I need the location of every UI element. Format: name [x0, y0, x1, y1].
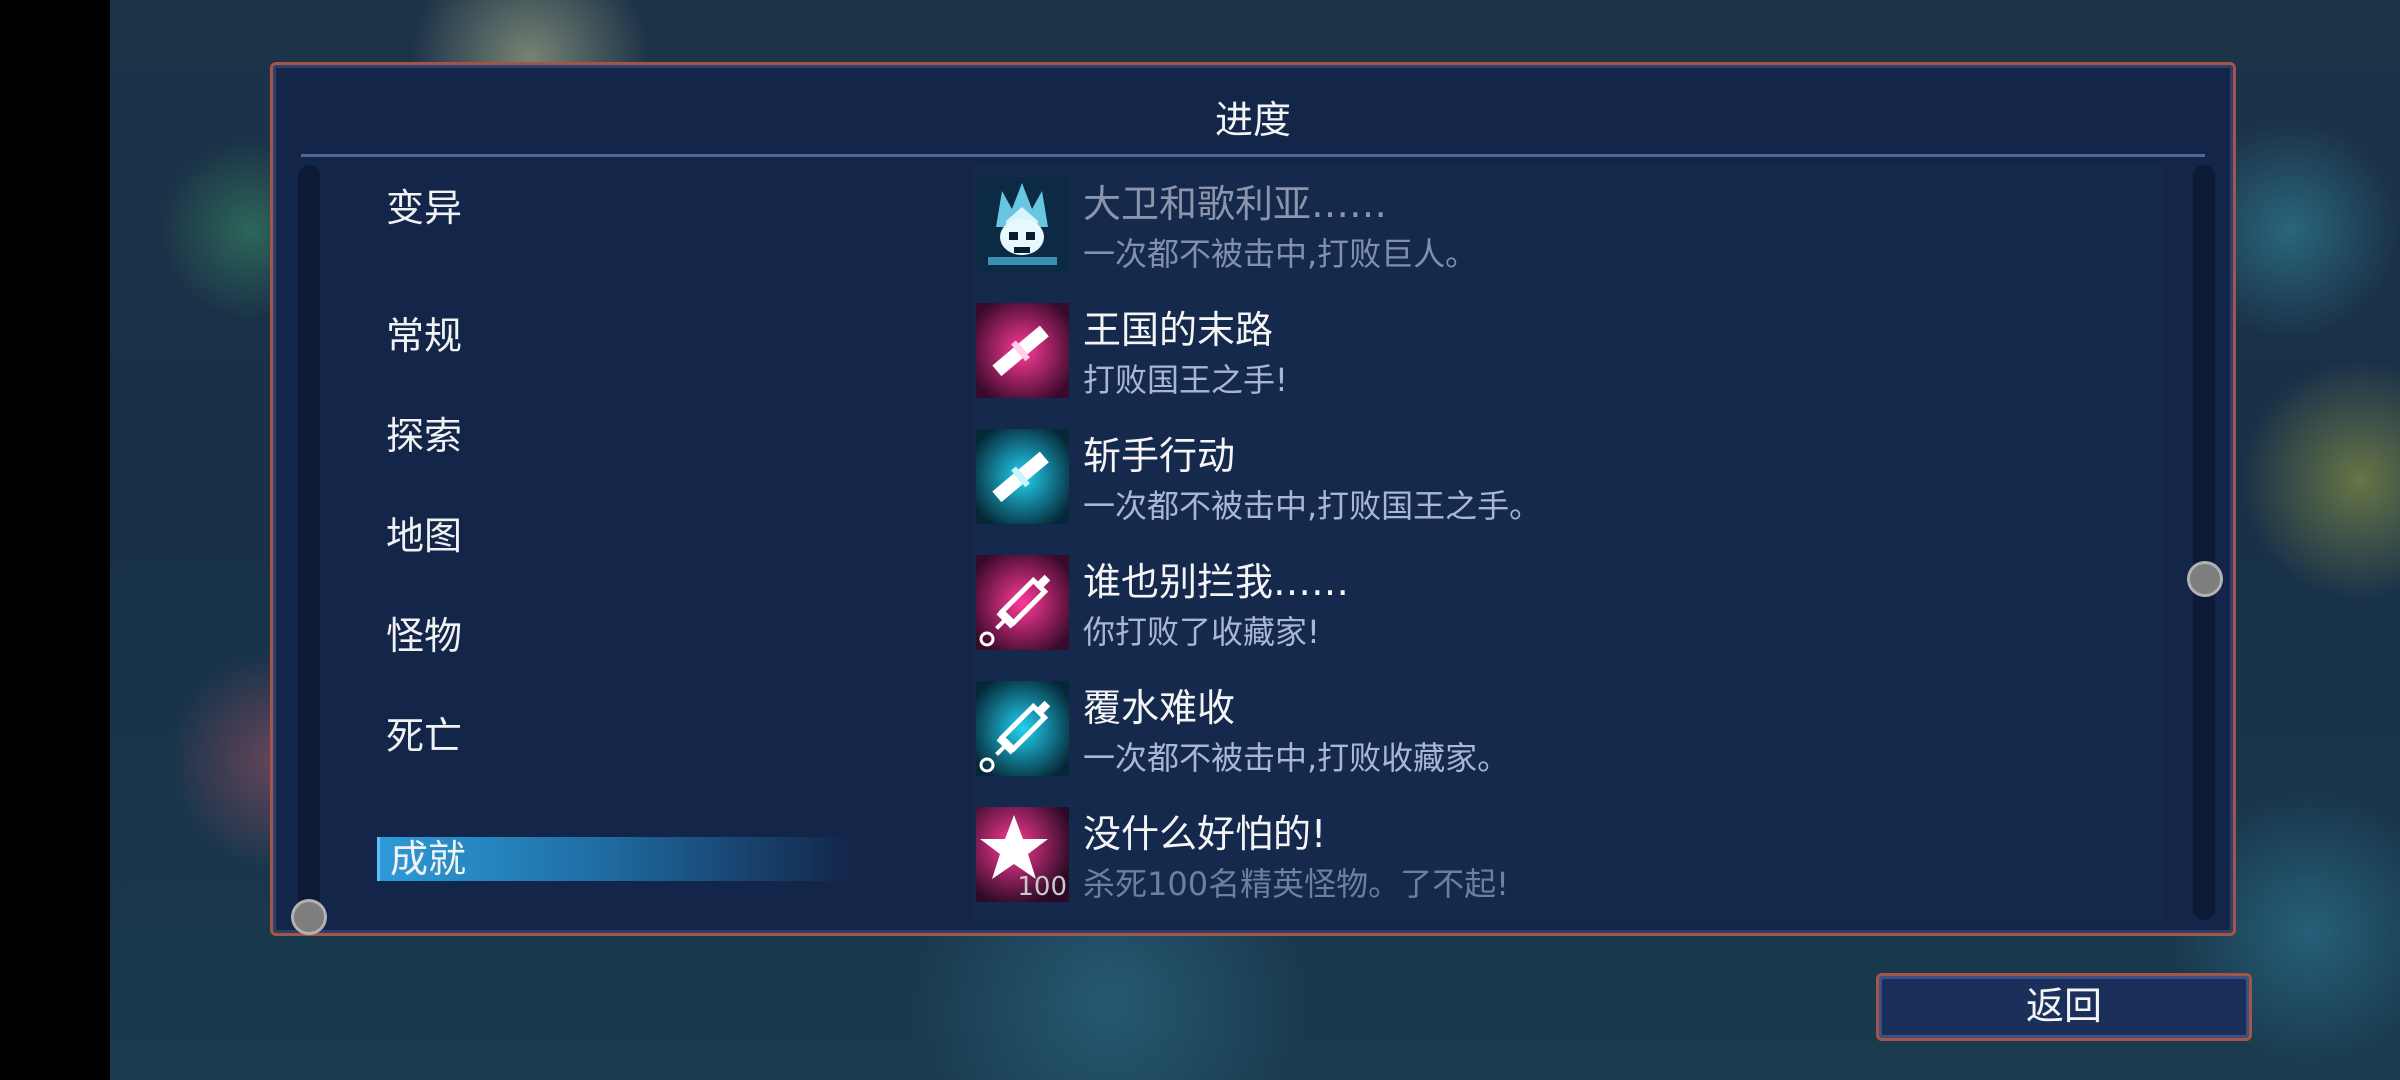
back-button[interactable]: 返回	[1876, 973, 2252, 1041]
pink-sword-icon	[976, 303, 1069, 398]
sidebar-item-deaths[interactable]: 死亡	[386, 705, 462, 760]
achievement-item[interactable]: 大卫和歌利亚…… 一次都不被击中,打败巨人。	[973, 177, 2123, 275]
panel-title: 进度	[1214, 98, 1291, 142]
achievement-badge-count: 100	[1017, 872, 1067, 902]
achievement-description: 杀死100名精英怪物。了不起!	[1083, 865, 1509, 903]
title-divider	[301, 154, 2205, 157]
achievement-list[interactable]: 大卫和歌利亚…… 一次都不被击中,打败巨人。 王国的末路 打败国王之手! 斩手行…	[973, 165, 2164, 920]
sidebar-item-exploration[interactable]: 探索	[386, 405, 462, 460]
cyan-syringe-icon	[976, 681, 1069, 776]
sidebar-scrollbar-track[interactable]	[298, 165, 320, 920]
achievement-title: 斩手行动	[1083, 434, 1236, 478]
achievement-description: 一次都不被击中,打败巨人。	[1083, 235, 1478, 273]
achievement-title: 没什么好怕的!	[1083, 812, 1327, 856]
cyan-sword-icon	[976, 429, 1069, 524]
achievement-item[interactable]: 谁也别拦我…… 你打败了收藏家!	[973, 555, 2123, 653]
progress-panel: 进度 变异 常规 探索 地图 怪物 死亡 成就 大卫和歌利亚…… 一次都不被击中…	[270, 62, 2236, 936]
achievement-item[interactable]: 覆水难收 一次都不被击中,打败收藏家。	[973, 681, 2123, 779]
achievement-item[interactable]: 王国的末路 打败国王之手!	[973, 303, 2123, 401]
list-scrollbar-thumb[interactable]	[2187, 561, 2223, 597]
achievement-title: 大卫和歌利亚……	[1083, 182, 1388, 226]
achievement-title: 王国的末路	[1083, 308, 1274, 352]
achievement-title: 覆水难收	[1083, 686, 1236, 730]
achievement-item[interactable]: 100 没什么好怕的! 杀死100名精英怪物。了不起!	[973, 807, 2123, 905]
achievement-item[interactable]: 斩手行动 一次都不被击中,打败国王之手。	[973, 429, 2123, 527]
achievement-title: 谁也别拦我……	[1083, 560, 1350, 604]
sidebar-item-general[interactable]: 常规	[386, 305, 462, 360]
sidebar-item-map[interactable]: 地图	[386, 505, 462, 560]
achievement-description: 打败国王之手!	[1083, 361, 1288, 399]
achievement-description: 一次都不被击中,打败收藏家。	[1083, 739, 1510, 777]
sidebar-scrollbar-thumb[interactable]	[291, 899, 327, 935]
achievement-description: 一次都不被击中,打败国王之手。	[1083, 487, 1542, 525]
screen-edge-bar	[0, 0, 110, 1080]
sidebar-item-mutations[interactable]: 变异	[386, 177, 462, 232]
sidebar-item-achievements[interactable]: 成就	[377, 837, 850, 881]
star-icon: 100	[976, 807, 1069, 902]
sidebar-item-monsters[interactable]: 怪物	[386, 605, 462, 660]
pink-syringe-icon	[976, 555, 1069, 650]
achievement-description: 你打败了收藏家!	[1083, 613, 1320, 651]
list-scrollbar-track[interactable]	[2193, 165, 2215, 920]
skull-crown-icon	[976, 177, 1069, 272]
